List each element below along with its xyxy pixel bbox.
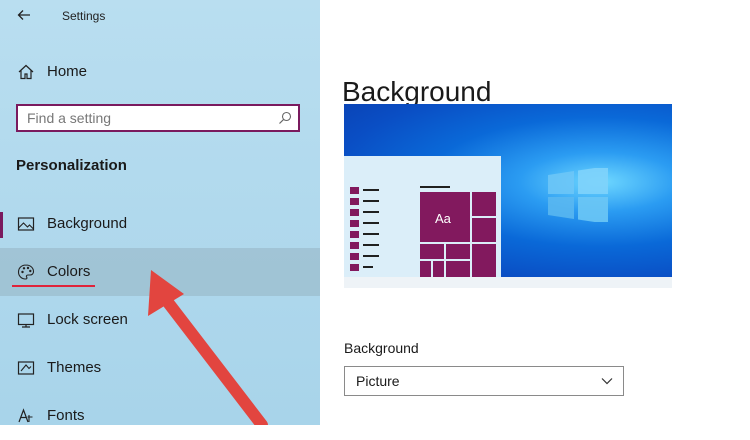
background-preview: Aa <box>344 104 672 288</box>
sidebar-item-label: Colors <box>47 263 91 280</box>
search-box[interactable] <box>16 104 300 132</box>
selection-indicator <box>0 212 3 238</box>
sidebar-item-background[interactable]: Background <box>0 200 320 248</box>
page-title: Background <box>342 75 492 107</box>
background-field-label: Background <box>344 340 419 356</box>
sidebar-item-colors[interactable]: Colors <box>0 248 320 296</box>
preview-tile-label: Aa <box>435 211 451 226</box>
sidebar-item-label: Lock screen <box>47 311 128 328</box>
annotation-underline <box>12 285 95 287</box>
themes-icon <box>17 361 35 375</box>
sidebar-item-fonts[interactable]: Fonts <box>0 392 320 440</box>
background-type-dropdown[interactable]: Picture <box>344 366 624 396</box>
sidebar-item-label: Home <box>47 63 88 80</box>
palette-icon <box>17 264 35 280</box>
sidebar-item-themes[interactable]: Themes <box>0 344 320 392</box>
sidebar-item-label: Background <box>47 215 128 232</box>
chevron-down-icon <box>601 378 613 385</box>
dropdown-value: Picture <box>356 373 400 389</box>
sidebar: Settings Home Personalization Background <box>0 0 320 425</box>
home-icon <box>18 64 34 80</box>
lock-screen-icon <box>17 313 35 328</box>
search-icon[interactable] <box>278 111 292 125</box>
preview-start-menu: Aa <box>344 156 501 279</box>
main-content: Background Aa Background Picture <box>320 0 750 425</box>
sidebar-item-label: Fonts <box>47 407 85 424</box>
image-icon <box>17 217 35 231</box>
fonts-icon <box>18 408 33 423</box>
section-title: Personalization <box>16 157 127 174</box>
sidebar-item-home[interactable]: Home <box>0 60 320 86</box>
windows-logo-icon <box>548 168 608 222</box>
search-input[interactable] <box>18 106 277 130</box>
preview-tiles: Aa <box>420 192 497 279</box>
window-title: Settings <box>62 9 106 23</box>
sidebar-item-label: Themes <box>47 359 102 376</box>
preview-taskbar <box>344 277 672 288</box>
back-button[interactable] <box>16 7 36 27</box>
sidebar-item-lock-screen[interactable]: Lock screen <box>0 296 320 344</box>
back-arrow-icon <box>17 10 30 20</box>
